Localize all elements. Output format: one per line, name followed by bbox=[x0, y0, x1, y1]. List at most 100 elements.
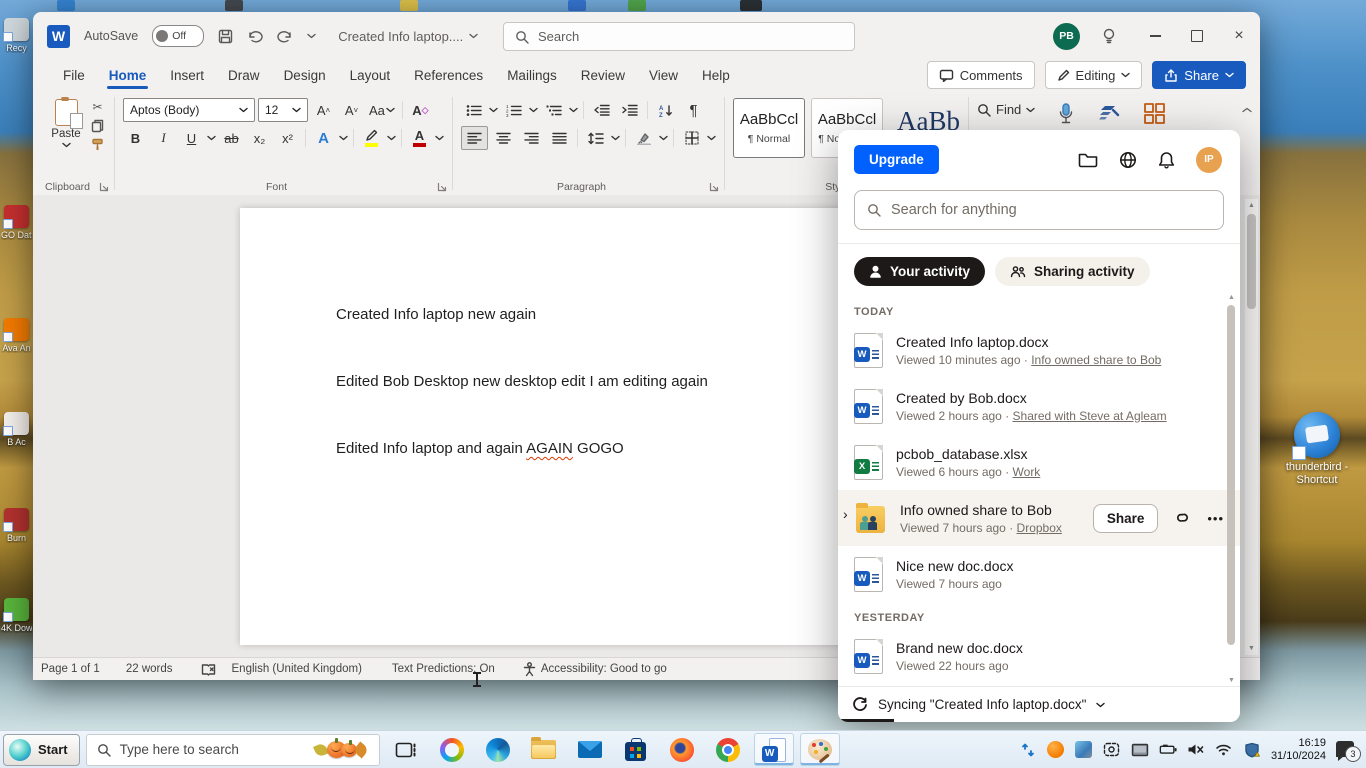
dropbox-search-box[interactable]: Search for anything bbox=[854, 190, 1224, 230]
text-effects-button[interactable]: A bbox=[311, 127, 336, 149]
increase-indent-button[interactable] bbox=[617, 99, 642, 121]
activity-row[interactable]: › Info owned share to Bob Viewed 7 hours a… bbox=[838, 490, 1240, 546]
file-name[interactable]: pcbob_database.xlsx bbox=[896, 446, 1224, 462]
shading-button[interactable] bbox=[631, 127, 656, 149]
whats-new-lightbulb-icon[interactable] bbox=[1102, 28, 1116, 45]
undo-button[interactable] bbox=[247, 29, 263, 43]
change-case-button[interactable]: Aa bbox=[367, 99, 397, 121]
tray-display-icon[interactable] bbox=[1131, 741, 1149, 759]
shading-chevron-icon[interactable] bbox=[659, 135, 668, 141]
minimize-button[interactable] bbox=[1134, 19, 1176, 53]
taskbar-word-active[interactable] bbox=[753, 733, 794, 766]
file-name[interactable]: Info owned share to Bob bbox=[900, 502, 1076, 518]
file-name[interactable]: Brand new doc.docx bbox=[896, 640, 1224, 656]
file-name[interactable]: Nice new doc.docx bbox=[896, 558, 1224, 574]
taskbar-search-box[interactable]: Type here to search bbox=[85, 733, 380, 766]
tray-avast-icon[interactable] bbox=[1047, 741, 1065, 759]
panel-scrollbar[interactable]: ▲ ▼ bbox=[1226, 292, 1237, 686]
sort-button[interactable]: AZ bbox=[653, 99, 678, 121]
line-spacing-chevron-icon[interactable] bbox=[611, 135, 620, 141]
panel-scroll-up[interactable]: ▲ bbox=[1226, 292, 1237, 303]
align-center-button[interactable] bbox=[491, 127, 516, 149]
taskbar-copilot[interactable] bbox=[432, 733, 472, 766]
activity-row[interactable]: W Brand new doc.docx Viewed 22 hours ago bbox=[838, 628, 1240, 684]
dictate-button[interactable] bbox=[1057, 102, 1075, 126]
desktop-icon-4k-dow[interactable]: 4K Dow bbox=[1, 598, 32, 633]
notifications-button[interactable] bbox=[1158, 151, 1175, 169]
desktop-icon-ava-an[interactable]: Ava An bbox=[1, 318, 32, 353]
ribbon-tab-design[interactable]: Design bbox=[272, 63, 338, 88]
line-spacing-button[interactable] bbox=[583, 127, 608, 149]
accessibility-status[interactable]: Accessibility: Good to go bbox=[523, 661, 679, 677]
redo-button[interactable] bbox=[277, 29, 293, 43]
subscript-button[interactable]: x₂ bbox=[247, 127, 272, 149]
desktop-icon-go-data[interactable]: GO Data bbox=[1, 205, 32, 240]
text-predictions[interactable]: Text Predictions: On bbox=[392, 663, 507, 675]
more-options-button[interactable]: ••• bbox=[1207, 511, 1224, 526]
document-scrollbar[interactable]: ▲ ▼ bbox=[1245, 199, 1258, 655]
italic-button[interactable]: I bbox=[151, 127, 176, 149]
task-view-button[interactable] bbox=[386, 733, 426, 766]
superscript-button[interactable]: x² bbox=[275, 127, 300, 149]
strikethrough-button[interactable]: ab bbox=[219, 127, 244, 149]
desktop-icon-burn[interactable]: Burn bbox=[1, 508, 32, 543]
taskbar-firefox[interactable] bbox=[662, 733, 702, 766]
bullets-chevron-icon[interactable] bbox=[489, 107, 498, 113]
font-color-chevron-icon[interactable] bbox=[435, 135, 444, 141]
ribbon-tab-references[interactable]: References bbox=[402, 63, 495, 88]
open-folder-button[interactable] bbox=[1078, 152, 1098, 168]
page-indicator[interactable]: Page 1 of 1 bbox=[41, 663, 112, 675]
file-location-link[interactable]: Dropbox bbox=[1017, 521, 1062, 535]
document-title[interactable]: Created Info laptop.... bbox=[338, 29, 478, 44]
sync-status-bar[interactable]: Syncing "Created Info laptop.docx" bbox=[838, 686, 1240, 722]
numbering-button[interactable]: 123 bbox=[501, 99, 526, 121]
tray-snip-icon[interactable] bbox=[1103, 741, 1121, 759]
autosave-toggle[interactable]: Off bbox=[152, 25, 205, 47]
format-painter-button[interactable] bbox=[91, 138, 104, 151]
paragraph-1[interactable]: Created Info laptop new again bbox=[336, 305, 822, 325]
activity-row[interactable]: W Nice new doc.docx Viewed 7 hours ago bbox=[838, 546, 1240, 602]
bold-button[interactable]: B bbox=[123, 127, 148, 149]
activity-row[interactable]: Xpcbob_database.xlsx Viewed 6 hours ago ·… bbox=[838, 434, 1240, 490]
show-marks-button[interactable]: ¶ bbox=[681, 99, 706, 121]
proofing-icon[interactable] bbox=[201, 663, 228, 676]
maximize-button[interactable] bbox=[1176, 19, 1218, 53]
comments-button[interactable]: Comments bbox=[926, 61, 1035, 89]
save-button[interactable] bbox=[218, 29, 233, 44]
activity-row[interactable]: W Created Info laptop.docx Viewed 10 minut… bbox=[838, 322, 1240, 378]
font-dialog-launcher[interactable] bbox=[437, 182, 447, 192]
tray-updates-icon[interactable] bbox=[1019, 741, 1037, 759]
word-count[interactable]: 22 words bbox=[126, 663, 185, 675]
tray-wifi-icon[interactable] bbox=[1215, 741, 1233, 759]
ribbon-tab-home[interactable]: Home bbox=[97, 63, 159, 89]
scroll-down-arrow[interactable]: ▼ bbox=[1245, 642, 1258, 655]
upgrade-button[interactable]: Upgrade bbox=[854, 145, 939, 174]
share-button[interactable]: Share bbox=[1152, 61, 1246, 89]
justify-button[interactable] bbox=[547, 127, 572, 149]
tab-sharing-activity[interactable]: Sharing activity bbox=[995, 257, 1150, 286]
file-location-link[interactable]: Info owned share to Bob bbox=[1031, 353, 1161, 367]
ribbon-tab-layout[interactable]: Layout bbox=[338, 63, 403, 88]
paste-button[interactable]: Paste bbox=[43, 94, 89, 178]
document-page[interactable]: Created Info laptop new again Edited Bob… bbox=[240, 208, 862, 645]
borders-chevron-icon[interactable] bbox=[707, 135, 716, 141]
ribbon-tab-insert[interactable]: Insert bbox=[158, 63, 216, 88]
editor-button[interactable] bbox=[1097, 102, 1121, 124]
multilevel-list-button[interactable] bbox=[541, 99, 566, 121]
find-button[interactable]: Find bbox=[977, 102, 1035, 117]
start-button[interactable]: Start bbox=[3, 733, 80, 766]
file-location-link[interactable]: Shared with Steve at Agleam bbox=[1013, 409, 1167, 423]
panel-scroll-thumb[interactable] bbox=[1227, 305, 1235, 645]
close-button[interactable]: × bbox=[1218, 19, 1260, 53]
copy-link-icon[interactable] bbox=[1174, 510, 1191, 526]
text-effects-chevron-icon[interactable] bbox=[339, 135, 348, 141]
underline-button[interactable]: U bbox=[179, 127, 204, 149]
scroll-up-arrow[interactable]: ▲ bbox=[1245, 199, 1258, 212]
ribbon-tab-review[interactable]: Review bbox=[569, 63, 637, 88]
copy-button[interactable] bbox=[91, 119, 104, 133]
multilevel-chevron-icon[interactable] bbox=[569, 107, 578, 113]
tray-app-icon[interactable] bbox=[1075, 741, 1093, 759]
clear-formatting-button[interactable]: A ◇ bbox=[408, 99, 433, 121]
clipboard-dialog-launcher[interactable] bbox=[99, 182, 109, 192]
desktop-icon-b-ac[interactable]: B Ac bbox=[1, 412, 32, 447]
